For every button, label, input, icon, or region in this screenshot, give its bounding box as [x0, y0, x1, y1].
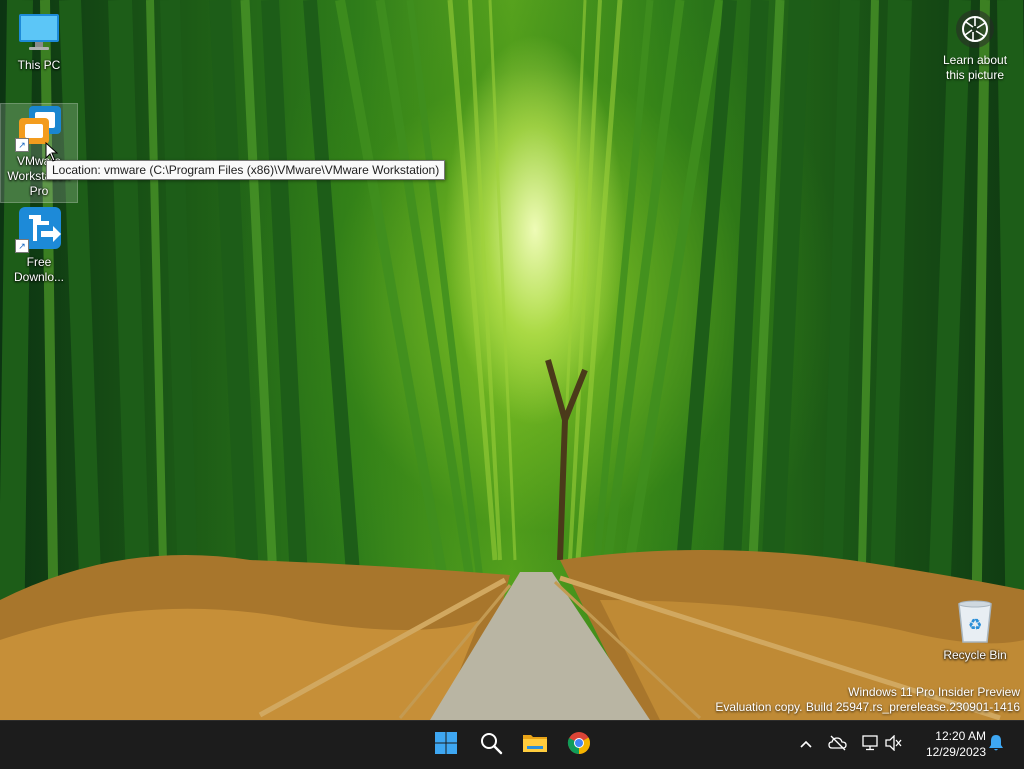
- search-icon: [479, 731, 503, 760]
- location-tooltip: Location: vmware (C:\Program Files (x86)…: [46, 160, 446, 180]
- svg-text:♻: ♻: [968, 615, 982, 634]
- chevron-up-icon: [799, 736, 813, 754]
- volume-muted-icon: [885, 733, 903, 756]
- camera-aperture-icon: [956, 10, 994, 48]
- show-hidden-icons-button[interactable]: [796, 735, 816, 755]
- monitor-icon: [15, 8, 63, 56]
- chrome-button[interactable]: [559, 725, 599, 765]
- notifications-button[interactable]: [986, 734, 1006, 757]
- desktop-icon-label: This PC: [17, 58, 61, 72]
- learn-about-picture-label: Learn about this picture: [942, 53, 1008, 82]
- network-button[interactable]: [860, 734, 880, 756]
- watermark-line-2: Evaluation copy. Build 25947.rs_prerelea…: [715, 700, 1020, 714]
- clock-time: 12:20 AM: [935, 729, 986, 743]
- desktop-icon-vmware[interactable]: ↗ VMware Workstation Pro: [0, 103, 78, 203]
- network-icon: [861, 734, 879, 756]
- search-button[interactable]: [471, 725, 511, 765]
- desktop-icon-free-download[interactable]: ↗ Free Downlo...: [1, 205, 77, 285]
- evaluation-watermark: Windows 11 Pro Insider Preview Evaluatio…: [715, 685, 1020, 715]
- file-explorer-button[interactable]: [515, 725, 555, 765]
- recycle-bin-icon: ♻: [951, 598, 999, 646]
- clock-date: 12/29/2023: [925, 745, 986, 759]
- desktop-icon-label: Recycle Bin: [943, 648, 1007, 662]
- onedrive-button[interactable]: [828, 735, 848, 755]
- volume-button[interactable]: [884, 733, 904, 756]
- start-button[interactable]: [426, 725, 466, 765]
- clock[interactable]: 12:20 AM 12/29/2023: [912, 728, 986, 760]
- shortcut-arrow-icon: ↗: [15, 239, 29, 253]
- file-explorer-icon: [522, 731, 548, 760]
- mouse-cursor-icon: [45, 141, 59, 167]
- watermark-line-1: Windows 11 Pro Insider Preview: [848, 685, 1020, 699]
- desktop-icon-recycle-bin[interactable]: ♻ Recycle Bin: [937, 598, 1013, 663]
- windows-start-icon: [434, 731, 458, 760]
- taskbar: 12:20 AM 12/29/2023: [0, 720, 1024, 769]
- chrome-icon: [567, 731, 591, 760]
- learn-about-picture-button[interactable]: Learn about this picture: [936, 10, 1014, 83]
- desktop-icon-this-pc[interactable]: This PC: [1, 8, 77, 73]
- shortcut-arrow-icon: ↗: [15, 138, 29, 152]
- desktop-wallpaper: [0, 0, 1024, 720]
- bell-icon: [988, 734, 1004, 757]
- desktop-icon-label: Free Downlo...: [13, 255, 65, 284]
- download-manager-icon: ↗: [15, 205, 63, 253]
- onedrive-offline-icon: [828, 735, 848, 756]
